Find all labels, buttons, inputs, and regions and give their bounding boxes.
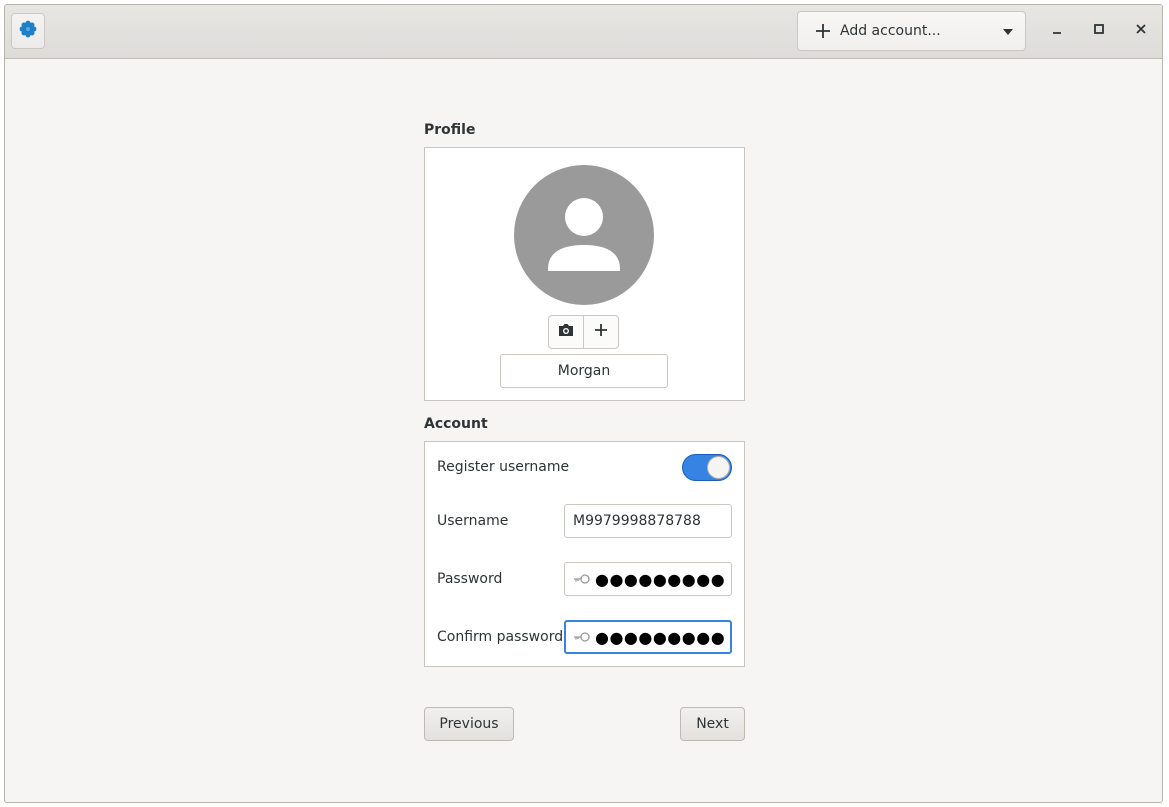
app-window: Add account... Profile Morgan Account Re… — [4, 4, 1163, 803]
choose-avatar-button[interactable] — [583, 316, 618, 348]
avatar[interactable] — [514, 165, 654, 305]
register-username-switch[interactable] — [682, 454, 732, 481]
profile-section-title: Profile — [424, 122, 476, 138]
maximize-icon — [1093, 23, 1105, 39]
confirm-password-value: ●●●●●●●●● — [595, 627, 726, 647]
camera-icon — [558, 323, 574, 341]
username-value: M9979998878788 — [573, 513, 701, 529]
account-frame: Register username Username M997999887878… — [424, 441, 745, 667]
key-icon — [573, 630, 591, 644]
header-bar: Add account... — [5, 5, 1162, 59]
confirm-password-label: Confirm password — [437, 629, 564, 645]
register-username-label: Register username — [437, 459, 570, 475]
user-icon — [548, 198, 620, 271]
display-name-input[interactable]: Morgan — [500, 354, 668, 388]
minimize-icon — [1051, 23, 1063, 39]
maximize-button[interactable] — [1087, 19, 1111, 43]
previous-button[interactable]: Previous — [424, 707, 514, 741]
username-label: Username — [437, 513, 509, 529]
add-account-label: Add account... — [840, 23, 941, 39]
account-section-title: Account — [424, 416, 488, 432]
avatar-button-group — [548, 315, 619, 349]
password-label: Password — [437, 571, 503, 587]
app-cog-icon — [19, 20, 37, 42]
main-content: Profile Morgan Account Register username… — [5, 59, 1162, 802]
confirm-password-input[interactable]: ●●●●●●●●● — [564, 620, 732, 654]
app-menu-button[interactable] — [11, 13, 45, 49]
username-input[interactable]: M9979998878788 — [564, 504, 732, 538]
minimize-button[interactable] — [1045, 19, 1069, 43]
add-account-dropdown[interactable]: Add account... — [797, 11, 1026, 51]
password-input[interactable]: ●●●●●●●●● — [564, 562, 732, 596]
take-photo-button[interactable] — [549, 316, 583, 348]
password-value: ●●●●●●●●● — [595, 569, 726, 589]
close-button[interactable] — [1129, 19, 1153, 43]
close-icon — [1135, 23, 1147, 39]
key-icon — [573, 572, 591, 586]
switch-knob — [707, 456, 730, 479]
plus-icon — [594, 323, 608, 341]
chevron-down-icon — [1003, 29, 1013, 35]
plus-icon — [814, 22, 832, 40]
next-button[interactable]: Next — [680, 707, 745, 741]
profile-frame: Morgan — [424, 147, 745, 401]
